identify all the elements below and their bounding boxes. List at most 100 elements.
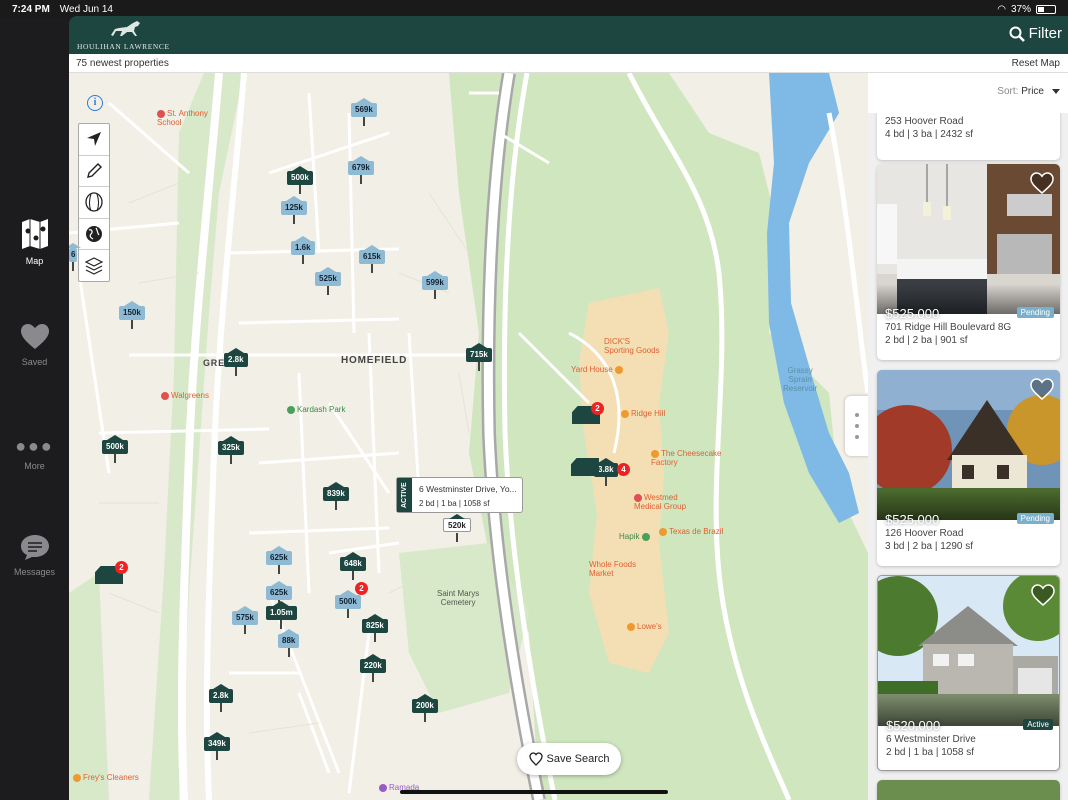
property-pin[interactable]: 349k bbox=[204, 732, 230, 760]
property-pin[interactable]: 2.8k bbox=[209, 684, 233, 712]
map-base bbox=[69, 73, 868, 800]
popup-address: 6 Westminster Drive, Yo... bbox=[419, 484, 517, 494]
poi-grassy-sprain: Grassy Sprain Reservoir bbox=[783, 366, 817, 393]
property-pin[interactable]: 500k bbox=[102, 435, 128, 463]
medical-pin-icon bbox=[634, 493, 642, 502]
poi-yard-house: Yard House bbox=[571, 365, 625, 374]
poi-label: Texas de Brazil bbox=[669, 527, 724, 536]
hotel-pin-icon bbox=[379, 783, 387, 792]
property-pin[interactable]: 325k bbox=[218, 436, 244, 464]
sidebar-item-more[interactable]: ●●● More bbox=[0, 436, 69, 471]
filter-button[interactable]: Filter bbox=[1009, 25, 1062, 42]
property-pin[interactable]: 500k bbox=[287, 166, 313, 194]
property-pin[interactable]: 625k bbox=[266, 581, 292, 609]
save-search-button[interactable]: Save Search bbox=[517, 743, 621, 775]
sort-control[interactable]: Sort: Price bbox=[868, 73, 1068, 113]
property-pin[interactable]: 599k bbox=[422, 271, 448, 299]
status-badge: Active bbox=[1023, 719, 1053, 730]
property-pin[interactable]: 569k bbox=[351, 98, 377, 126]
restaurant-pin-icon bbox=[659, 527, 667, 536]
poi-ridge-hill: Ridge Hill bbox=[621, 409, 665, 418]
school-zone-icon bbox=[85, 192, 103, 212]
poi-label: The Cheesecake Factory bbox=[651, 449, 722, 467]
property-pin[interactable]: 825k bbox=[362, 614, 388, 642]
sidebar-item-map[interactable]: Map bbox=[0, 218, 69, 266]
listing-photo bbox=[878, 576, 1059, 726]
brand-name: HOULIHAN LAWRENCE bbox=[77, 42, 170, 51]
property-pin[interactable]: 625k bbox=[266, 546, 292, 574]
status-date: Wed Jun 14 bbox=[59, 4, 113, 15]
sidebar-item-saved[interactable]: Saved bbox=[0, 323, 69, 367]
listings-panel: 253 Hoover Road 4 bd | 3 ba | 2432 sf So… bbox=[868, 73, 1068, 800]
reset-map-button[interactable]: Reset Map bbox=[1012, 58, 1060, 69]
poi-dicks: DICK'S Sporting Goods bbox=[604, 337, 660, 355]
draw-button[interactable] bbox=[79, 156, 109, 187]
results-bar: 75 newest properties bbox=[69, 54, 868, 73]
satellite-button[interactable] bbox=[79, 219, 109, 250]
poi-kardash: Kardash Park bbox=[287, 405, 345, 414]
listing-card[interactable]: $525,000 Pending 126 Hoover Road 3 bd | … bbox=[877, 370, 1060, 566]
poi-westmed: Westmed Medical Group bbox=[634, 493, 686, 511]
status-badge: Pending bbox=[1016, 307, 1054, 318]
poi-cheesecake: The Cheesecake Factory bbox=[651, 449, 721, 467]
school-zone-button[interactable] bbox=[79, 187, 109, 219]
poi-label: DICK'S Sporting Goods bbox=[604, 337, 660, 355]
info-icon[interactable]: i bbox=[87, 95, 103, 111]
property-pin[interactable]: 648k bbox=[340, 552, 366, 580]
property-pin[interactable]: 1.05m bbox=[266, 601, 297, 629]
property-pin[interactable]: 220k bbox=[360, 654, 386, 682]
property-pin[interactable]: 525k bbox=[315, 267, 341, 295]
property-pin[interactable]: 679k bbox=[348, 156, 374, 184]
property-cluster[interactable] bbox=[571, 458, 599, 476]
sort-value: Price bbox=[1021, 86, 1044, 97]
sidebar-item-label: Saved bbox=[21, 357, 48, 367]
cluster-count-badge: 2 bbox=[115, 561, 128, 574]
property-pin[interactable]: 715k bbox=[466, 343, 492, 371]
listing-card-selected[interactable]: $520,000 Active 6 Westminster Drive 2 bd… bbox=[877, 575, 1060, 771]
school-pin-icon bbox=[157, 109, 165, 118]
favorite-heart-icon[interactable] bbox=[1030, 172, 1054, 194]
property-pin[interactable]: 1.6k bbox=[291, 236, 315, 264]
shopping-pin-icon bbox=[627, 622, 635, 631]
property-pin-selected[interactable]: 520k bbox=[443, 514, 471, 542]
property-pin[interactable]: 125k bbox=[281, 196, 307, 224]
battery-icon bbox=[1036, 5, 1056, 14]
locate-button[interactable] bbox=[79, 124, 109, 156]
place-label: GRE bbox=[203, 358, 225, 368]
favorite-heart-icon[interactable] bbox=[1030, 378, 1054, 400]
poi-label: Westmed Medical Group bbox=[634, 493, 687, 511]
poi-label: Saint Marys Cemetery bbox=[437, 589, 480, 607]
listing-card[interactable]: $525,000 Pending 701 Ridge Hill Boulevar… bbox=[877, 164, 1060, 360]
listing-photo bbox=[877, 370, 1060, 520]
property-pin[interactable]: 200k bbox=[412, 694, 438, 722]
draw-pencil-icon bbox=[87, 162, 102, 178]
navigation-arrow-icon bbox=[87, 132, 101, 147]
search-icon bbox=[1009, 26, 1025, 42]
chevron-down-icon bbox=[1052, 89, 1060, 94]
brand-logo: HOULIHAN LAWRENCE bbox=[77, 19, 177, 53]
sidebar-item-label: Map bbox=[25, 256, 44, 266]
property-pin[interactable]: 2.8k bbox=[224, 348, 248, 376]
sidebar-item-messages[interactable]: Messages bbox=[0, 533, 69, 577]
property-pin[interactable]: 88k bbox=[278, 629, 300, 657]
restaurant-pin-icon bbox=[614, 365, 623, 374]
save-search-label: Save Search bbox=[546, 753, 610, 765]
listing-popup[interactable]: ACTIVE 6 Westminster Drive, Yo... 2 bd |… bbox=[396, 477, 523, 513]
property-pin[interactable]: 6 bbox=[69, 243, 82, 271]
property-pin[interactable]: 150k bbox=[119, 301, 145, 329]
property-pin[interactable]: 575k bbox=[232, 606, 258, 634]
listing-details: 2 bd | 2 ba | 901 sf bbox=[885, 335, 968, 346]
heart-icon bbox=[20, 324, 49, 349]
poi-label: Walgreens bbox=[171, 391, 209, 400]
listing-card[interactable] bbox=[877, 780, 1060, 800]
layers-button[interactable] bbox=[79, 250, 109, 282]
panel-drag-handle[interactable] bbox=[845, 396, 868, 456]
property-pin[interactable]: 500k bbox=[335, 590, 361, 618]
poi-label: Grassy Sprain Reservoir bbox=[783, 366, 818, 393]
favorite-heart-icon[interactable] bbox=[1031, 584, 1055, 606]
listing-details: 2 bd | 1 ba | 1058 sf bbox=[886, 747, 975, 758]
property-pin[interactable]: 615k bbox=[359, 245, 385, 273]
property-pin[interactable]: 839k bbox=[323, 482, 349, 510]
map-view[interactable]: i HOMEFIELD GRE St. Anthony School Walgr… bbox=[69, 73, 868, 800]
battery-percent: 37% bbox=[1010, 4, 1031, 15]
